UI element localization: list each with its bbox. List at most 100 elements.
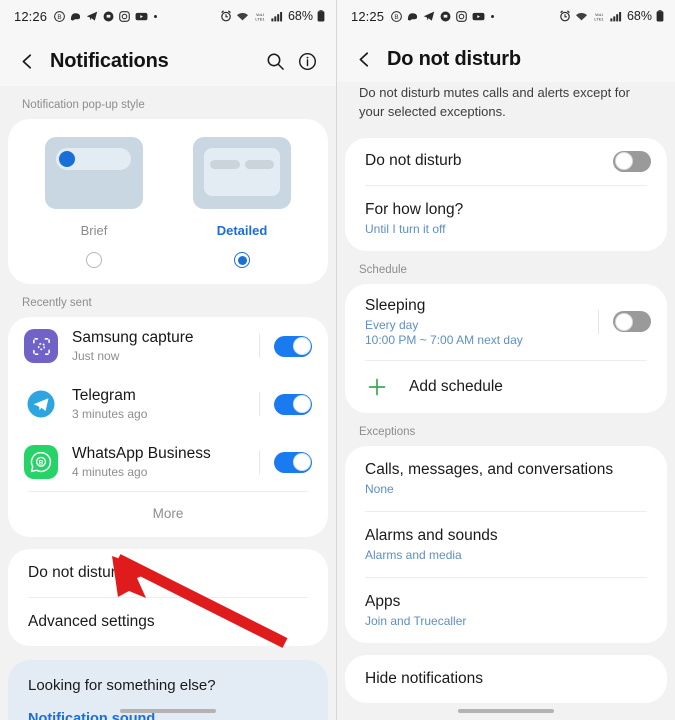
page-title: Do not disturb [387,47,521,70]
app-notification-toggle[interactable] [274,335,312,357]
row-texts: Do not disturb [365,152,613,170]
gesture-pill [458,709,554,713]
row-title: Do not disturb [365,152,462,170]
recently-sent-label: Recently sent [22,297,92,309]
settings-card: Do not disturb Advanced settings [8,549,328,646]
svg-text:B: B [39,459,44,466]
more-button[interactable]: More [8,492,328,537]
app-name: WhatsApp Business [72,445,211,462]
row-apps[interactable]: Apps Join and Truecaller [345,578,667,643]
exceptions-card: Calls, messages, and conversations None … [345,445,667,643]
app-timestamp: Just now [72,349,120,363]
app-timestamp: 4 minutes ago [72,465,148,479]
row-calls-messages-conversations[interactable]: Calls, messages, and conversations None [345,446,667,511]
row-title: Advanced settings [28,613,155,630]
list-item-texts: WhatsApp Business 4 minutes ago [72,445,259,479]
signal-icon [610,11,622,22]
svg-text:B: B [57,13,61,20]
gesture-bar [337,709,675,713]
svg-text:LTE1: LTE1 [594,16,604,21]
status-system-icons: VoLI LTE1 68% [559,9,664,23]
detailed-preview-box [204,148,280,196]
search-icon[interactable] [260,46,290,76]
row-do-not-disturb[interactable]: Do not disturb [345,138,667,185]
bixby-icon: B [54,10,65,22]
row-advanced-settings[interactable]: Advanced settings [8,598,328,646]
dnd-toggle[interactable] [613,150,651,172]
telegram-icon [86,10,98,22]
detailed-preview-thumbnail [193,137,291,209]
alarm-icon [220,10,232,22]
style-option-brief[interactable]: Brief [20,137,168,268]
row-alarms-and-sounds[interactable]: Alarms and sounds Alarms and media [345,512,667,577]
row-do-not-disturb[interactable]: Do not disturb [8,549,328,597]
signal-icon [271,11,283,22]
volte-icon: VoLI LTE1 [253,11,267,22]
row-schedule-sleeping[interactable]: Sleeping Every day 10:00 PM ~ 7:00 AM ne… [345,284,667,360]
row-title: Apps [365,592,401,610]
instagram-icon [456,10,467,22]
back-chevron-icon[interactable] [14,48,40,74]
whatsapp-icon [103,11,114,22]
style-option-label-brief: Brief [80,223,108,238]
popup-style-label: Notification pop-up style [22,99,145,111]
app-name: Samsung capture [72,329,194,346]
toggle-divider [259,334,260,358]
messenger-icon [407,11,418,22]
battery-icon [656,10,664,22]
list-item[interactable]: Telegram 3 minutes ago [8,375,328,433]
status-time: 12:25 [351,8,385,24]
row-value: Until I turn it off [365,221,446,236]
samsung-capture-icon [24,329,58,363]
battery-icon [317,10,325,22]
popup-style-card: Brief Detailed [8,119,328,284]
toggle-divider [598,309,599,334]
bixby-icon: B [391,10,402,22]
telegram-icon [24,387,58,421]
battery-percent: 68% [626,9,652,23]
list-item[interactable]: Samsung capture Just now [8,317,328,375]
list-item[interactable]: B WhatsApp Business 4 minutes ago [8,433,328,491]
left-scroll-area: Notifications Notification pop-up style [0,32,336,720]
brief-preview-dot [59,151,75,167]
exceptions-label: Exceptions [359,425,416,438]
row-title: Sleeping [365,296,426,314]
list-item-texts: Telegram 3 minutes ago [72,387,259,421]
status-notification-icons: B [391,10,495,22]
status-notification-icons: B [54,10,158,22]
app-timestamp: 3 minutes ago [72,407,148,421]
info-icon[interactable] [292,46,322,76]
toggle-knob [292,453,311,471]
left-phone-screen: 12:26 B VoLI LTE1 68% Notifications Noti… [0,0,337,720]
right-header: Do not disturb [337,32,675,82]
row-texts: Sleeping Every day 10:00 PM ~ 7:00 AM ne… [365,297,598,347]
tip-question: Looking for something else? [28,677,216,694]
add-schedule-label: Add schedule [409,377,503,395]
row-for-how-long[interactable]: For how long? Until I turn it off [345,186,667,251]
plus-icon [365,375,389,399]
style-radio-brief[interactable] [86,252,102,268]
app-notification-toggle[interactable] [274,451,312,473]
back-chevron-icon[interactable] [351,46,377,72]
more-dot-icon [153,14,158,19]
status-system-icons: VoLI LTE1 68% [220,9,325,23]
dnd-description: Do not disturb mutes calls and alerts ex… [359,85,630,119]
app-notification-toggle[interactable] [274,393,312,415]
wifi-icon [575,11,588,22]
dnd-main-card: Do not disturb For how long? Until I tur… [345,137,667,251]
toggle-divider [259,392,260,416]
add-schedule-button[interactable]: Add schedule [345,361,667,413]
status-bar-right: 12:25 B VoLI LTE1 68% [337,0,675,32]
schedule-toggle[interactable] [613,311,651,333]
youtube-icon [135,11,148,22]
right-scroll-area: Do not disturb Do not disturb mutes call… [337,32,675,720]
instagram-icon [119,10,130,22]
detailed-preview-line-2 [244,160,274,169]
row-title: Do not disturb [28,564,125,581]
style-option-detailed[interactable]: Detailed [168,137,316,268]
row-hide-notifications[interactable]: Hide notifications [345,655,667,703]
toggle-knob [292,395,311,413]
style-radio-detailed[interactable] [234,252,250,268]
